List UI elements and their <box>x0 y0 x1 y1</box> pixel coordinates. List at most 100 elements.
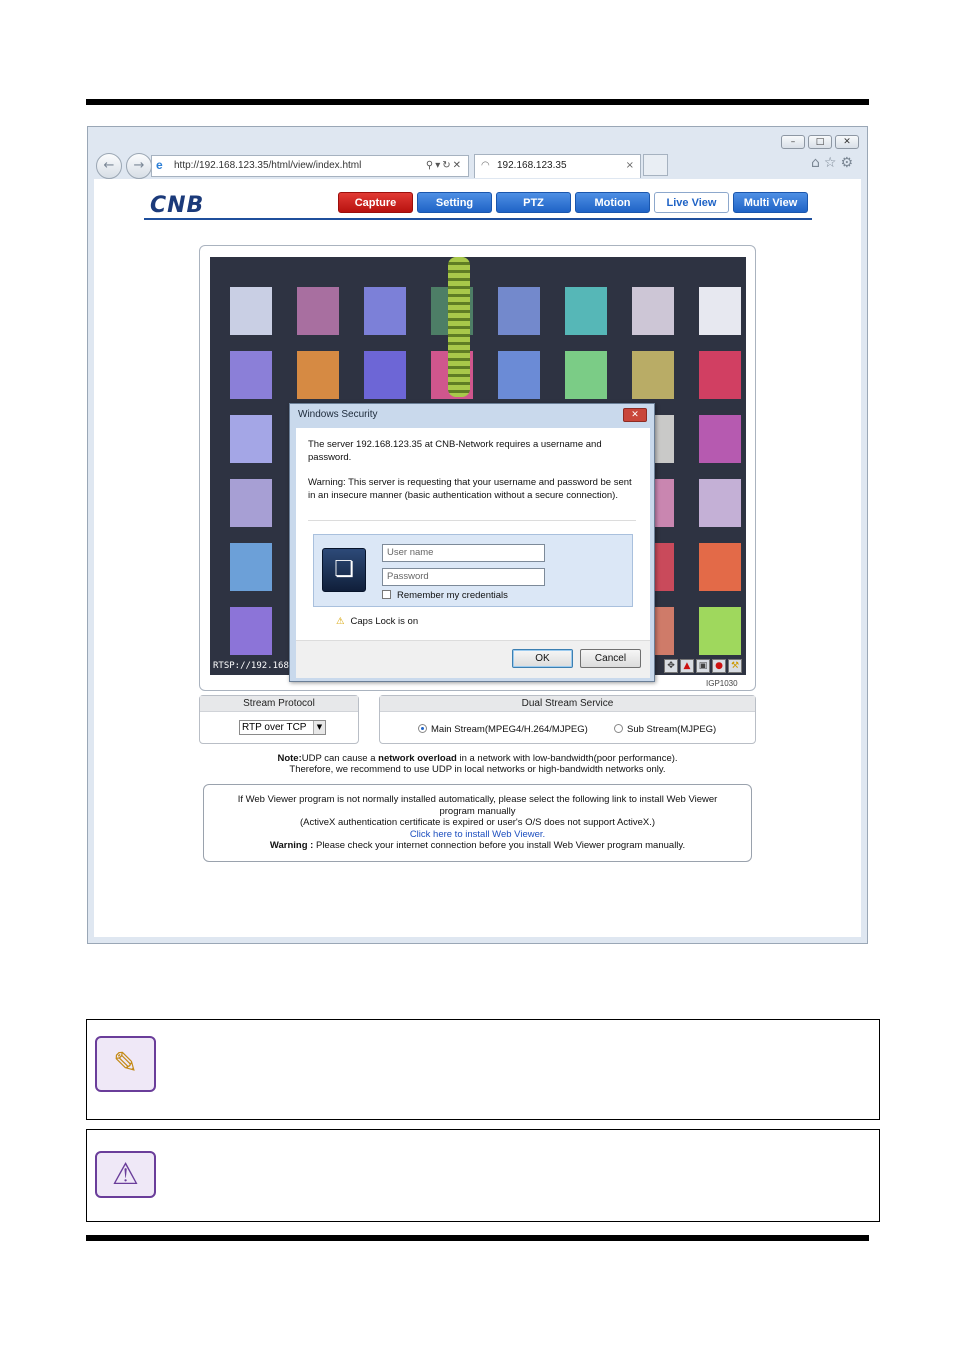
home-icon[interactable]: ⌂ <box>811 155 824 171</box>
dual-stream-title: Dual Stream Service <box>380 696 755 712</box>
color-tile <box>498 351 540 399</box>
back-button[interactable]: ← <box>96 153 122 179</box>
color-tile <box>230 351 272 399</box>
stream-protocol-title: Stream Protocol <box>200 696 358 712</box>
color-tile <box>699 479 741 527</box>
loading-icon: ◠ <box>481 160 490 171</box>
color-tile <box>230 543 272 591</box>
install-line1: If Web Viewer program is not normally in… <box>237 794 718 805</box>
color-tile <box>230 287 272 335</box>
install-notice: If Web Viewer program is not normally in… <box>203 784 752 862</box>
warning-icon: ⚠ <box>336 616 345 627</box>
cancel-button[interactable]: Cancel <box>580 649 641 668</box>
chevron-down-icon[interactable]: ▼ <box>313 721 325 734</box>
page-viewport: CNB Capture Setting PTZ Motion Live View Mult… <box>94 179 861 937</box>
color-tile <box>565 351 607 399</box>
dialog-title: Windows Security <box>298 409 378 420</box>
username-field[interactable]: User name <box>382 544 545 562</box>
address-tools-icon[interactable]: ⚲▾↻✕ <box>426 156 463 176</box>
ptz-move-icon[interactable]: ✥ <box>664 659 678 673</box>
udp-note-line2: Therefore, we recommend to use UDP in lo… <box>289 764 666 775</box>
address-bar[interactable]: e http://192.168.123.35/html/view/index.… <box>151 155 469 177</box>
color-tile <box>364 287 406 335</box>
sub-stream-radio[interactable] <box>614 724 623 733</box>
browser-tab[interactable]: ◠ 192.168.123.35 × <box>474 154 641 178</box>
install-warning-text: Please check your internet connection be… <box>313 840 686 851</box>
pencil-note-icon: ✎ <box>112 1046 139 1081</box>
color-tile <box>230 415 272 463</box>
record-icon[interactable]: ● <box>712 659 726 673</box>
stream-protocol-value: RTP over TCP <box>242 722 307 733</box>
note-box: ✎ <box>86 1019 880 1120</box>
ok-button[interactable]: OK <box>512 649 573 668</box>
favorites-icon[interactable]: ☆ <box>824 155 841 171</box>
sub-stream-option[interactable]: Sub Stream(MJPEG) <box>614 724 716 735</box>
hanging-chain <box>448 257 470 397</box>
settings-tool-icon[interactable]: ⚒ <box>728 659 742 673</box>
main-stream-radio[interactable] <box>418 724 427 733</box>
ie-page-icon: e <box>156 158 163 172</box>
minimize-button[interactable]: – <box>781 135 805 149</box>
install-warning-label: Warning : <box>269 840 314 851</box>
menu-ptz-button[interactable]: PTZ <box>496 192 571 213</box>
color-tile <box>699 351 741 399</box>
header-divider <box>144 218 812 220</box>
dual-stream-panel: Dual Stream Service Main Stream(MPEG4/H.… <box>379 695 756 744</box>
camera-model: IGP1030 <box>706 679 738 688</box>
rtsp-label: RTSP://192.168. <box>213 661 295 671</box>
stream-protocol-panel: Stream Protocol RTP over TCP ▼ <box>199 695 359 744</box>
maximize-button[interactable]: □ <box>808 135 832 149</box>
window-controls: – □ ✕ <box>781 135 859 149</box>
menu-multi-view-button[interactable]: Multi View <box>733 192 808 213</box>
snapshot-icon[interactable]: ▣ <box>696 659 710 673</box>
main-menu: Capture Setting PTZ Motion Live View Multi Vi… <box>338 192 808 213</box>
close-tab-icon[interactable]: × <box>626 155 634 177</box>
color-tile <box>364 351 406 399</box>
menu-capture-button[interactable]: Capture <box>338 192 413 213</box>
gear-icon[interactable]: ⚙ <box>840 155 857 171</box>
color-tile <box>297 351 339 399</box>
menu-setting-button[interactable]: Setting <box>417 192 492 213</box>
remember-label: Remember my credentials <box>397 590 508 601</box>
alarm-icon[interactable]: ▲ <box>680 659 694 673</box>
note-text1: UDP can cause a <box>301 753 379 764</box>
color-tile <box>699 415 741 463</box>
new-tab-button[interactable] <box>643 154 668 176</box>
caps-lock-warning: ⚠ Caps Lock is on <box>336 616 418 627</box>
caution-badge: ⚠ <box>95 1151 156 1198</box>
menu-motion-button[interactable]: Motion <box>575 192 650 213</box>
color-tile <box>699 287 741 335</box>
install-line3: (ActiveX authentication certificate is e… <box>299 817 656 828</box>
credential-icon: ❏ <box>322 548 366 592</box>
video-control-icons: ✥ ▲ ▣ ● ⚒ <box>664 659 742 673</box>
password-field[interactable]: Password <box>382 568 545 586</box>
note-text2: in a network with low-bandwidth(poor per… <box>456 753 678 764</box>
forward-button[interactable]: → <box>126 153 152 179</box>
address-text: http://192.168.123.35/html/view/index.ht… <box>174 160 362 171</box>
main-stream-label: Main Stream(MPEG4/H.264/MJPEG) <box>431 724 588 735</box>
main-stream-option[interactable]: Main Stream(MPEG4/H.264/MJPEG) <box>418 724 588 735</box>
close-window-button[interactable]: ✕ <box>835 135 859 149</box>
credential-box: ❏ User name Password Remember my credent… <box>313 534 633 607</box>
dialog-close-button[interactable]: ✕ <box>623 408 647 422</box>
dialog-warning: Warning: This server is requesting that … <box>308 477 632 501</box>
install-link[interactable]: Click here to install Web Viewer. <box>204 829 751 841</box>
dialog-body: The server 192.168.123.35 at CNB-Network… <box>296 428 650 678</box>
color-tile <box>565 287 607 335</box>
cnb-logo: CNB <box>150 193 205 218</box>
menu-live-view-button[interactable]: Live View <box>654 192 729 213</box>
sub-stream-label: Sub Stream(MJPEG) <box>627 724 717 735</box>
dialog-separator <box>308 520 636 521</box>
remember-credentials[interactable]: Remember my credentials <box>382 590 508 601</box>
tab-title: 192.168.123.35 <box>497 160 567 171</box>
udp-note: Note:UDP can cause a network overload in… <box>94 753 861 764</box>
install-line2: program manually <box>439 805 516 817</box>
stream-protocol-select[interactable]: RTP over TCP ▼ <box>239 720 326 735</box>
dialog-footer: OK Cancel <box>296 640 650 678</box>
remember-checkbox[interactable] <box>382 590 391 599</box>
caution-box: ⚠ <box>86 1129 880 1222</box>
top-rule <box>86 99 869 105</box>
dialog-message: The server 192.168.123.35 at CNB-Network… <box>308 439 602 463</box>
note-bold: network overload <box>378 753 457 764</box>
color-tile <box>632 287 674 335</box>
